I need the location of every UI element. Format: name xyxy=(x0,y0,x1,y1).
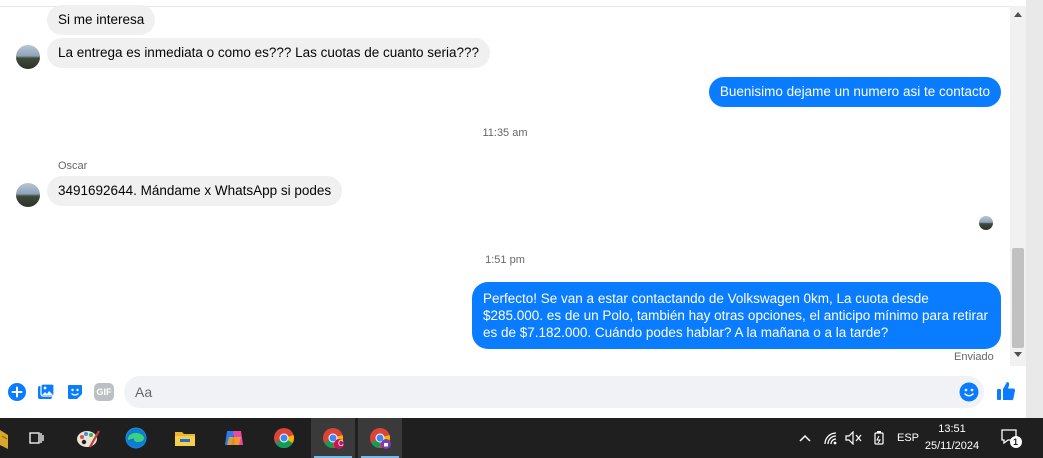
message-bubble-incoming[interactable]: Si me interesa xyxy=(47,5,156,35)
notification-center-icon[interactable]: 1 xyxy=(1000,418,1022,458)
windows-taskbar: C ESP 13:51 25/11/2024 1 xyxy=(0,418,1043,458)
chrome-profile-lock-icon[interactable] xyxy=(358,418,402,458)
desktop-peek-icon[interactable] xyxy=(0,424,12,454)
sticker-icon[interactable] xyxy=(65,382,85,402)
task-view-icon[interactable] xyxy=(14,418,58,458)
copilot-icon[interactable] xyxy=(212,418,256,458)
message-bubble-outgoing[interactable]: Perfecto! Se van a estar contactando de … xyxy=(472,282,1001,349)
window-edge xyxy=(1026,0,1043,418)
message-text: 3491692644. Mándame x WhatsApp si podes xyxy=(58,183,332,198)
edge-icon[interactable] xyxy=(114,418,158,458)
message-thread: Si me interesa La entrega es inmediata o… xyxy=(0,0,1043,372)
file-explorer-icon[interactable] xyxy=(163,418,207,458)
emoji-icon[interactable] xyxy=(959,382,979,402)
thread-scrollbar[interactable] xyxy=(1010,6,1026,366)
message-timestamp: 11:35 am xyxy=(482,127,528,139)
screen: Si me interesa La entrega es inmediata o… xyxy=(0,0,1043,458)
input-language[interactable]: ESP xyxy=(897,418,919,458)
read-receipt-avatar xyxy=(979,216,993,230)
message-text: La entrega es inmediata o como es??? Las… xyxy=(58,45,480,60)
message-composer: GIF xyxy=(0,372,1026,418)
clock-time: 13:51 xyxy=(938,423,966,435)
delivery-status: Enviado xyxy=(954,351,994,363)
message-text: Si me interesa xyxy=(58,12,145,27)
image-icon[interactable] xyxy=(36,382,56,402)
battery-icon[interactable] xyxy=(872,418,886,458)
clock-date: 25/11/2024 xyxy=(924,440,980,452)
scrollbar-thumb[interactable] xyxy=(1012,248,1024,348)
notification-count: 1 xyxy=(1013,437,1019,447)
message-bubble-outgoing[interactable]: Buenisimo dejame un numero asi te contac… xyxy=(708,77,1001,107)
chrome-profile-c-icon[interactable]: C xyxy=(311,418,355,458)
thumbs-up-icon[interactable] xyxy=(995,380,1017,402)
gif-icon[interactable]: GIF xyxy=(94,382,114,402)
message-text: Buenisimo dejame un numero asi te contac… xyxy=(719,84,990,99)
sender-name: Oscar xyxy=(58,160,88,172)
profile-letter: C xyxy=(338,439,344,448)
chrome-icon[interactable] xyxy=(262,418,306,458)
paint-icon[interactable] xyxy=(66,418,110,458)
message-timestamp: 1:51 pm xyxy=(485,254,525,266)
language-label: ESP xyxy=(897,432,920,444)
message-text: Perfecto! Se van a estar contactando de … xyxy=(483,291,989,340)
contact-avatar[interactable] xyxy=(16,183,40,207)
message-input-box[interactable] xyxy=(124,376,984,408)
show-hidden-icons-icon[interactable] xyxy=(798,418,812,458)
message-input[interactable] xyxy=(135,376,935,408)
message-bubble-incoming[interactable]: La entrega es inmediata o como es??? Las… xyxy=(47,38,491,68)
scroll-up-arrow-icon[interactable] xyxy=(1014,12,1022,17)
message-bubble-incoming[interactable]: 3491692644. Mándame x WhatsApp si podes xyxy=(47,176,343,206)
scroll-down-arrow-icon[interactable] xyxy=(1014,352,1022,357)
contact-avatar[interactable] xyxy=(16,45,40,69)
gif-label: GIF xyxy=(96,387,112,397)
system-clock[interactable]: 13:51 25/11/2024 xyxy=(920,421,984,455)
speaker-muted-icon[interactable] xyxy=(845,418,863,458)
thread-top-divider xyxy=(0,6,1043,7)
plus-icon[interactable] xyxy=(7,382,27,402)
wifi-icon[interactable] xyxy=(823,418,839,458)
